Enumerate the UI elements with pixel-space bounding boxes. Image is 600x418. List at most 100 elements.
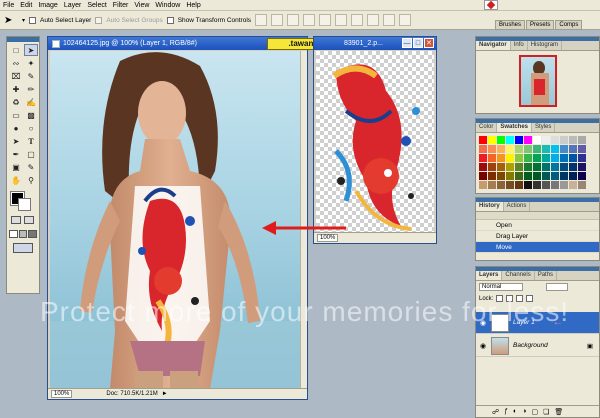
swatch[interactable] bbox=[560, 136, 568, 144]
link-layers-icon[interactable]: ☍ bbox=[492, 408, 499, 416]
menu-image[interactable]: Image bbox=[35, 2, 60, 9]
swatch[interactable] bbox=[560, 163, 568, 171]
palette-well-comps[interactable]: Comps bbox=[555, 20, 583, 30]
layer-row-layer-1[interactable]: ◉ Layer 1 ← bbox=[476, 312, 599, 334]
pen-tool-icon[interactable]: ✒ bbox=[9, 148, 23, 160]
lock-pixels-checkbox[interactable] bbox=[506, 295, 514, 302]
align-right-button[interactable] bbox=[335, 14, 348, 26]
history-item-drag-layer[interactable]: Drag Layer bbox=[476, 231, 599, 242]
swatch[interactable] bbox=[578, 181, 586, 189]
imageready-button[interactable] bbox=[13, 243, 33, 253]
swatch[interactable] bbox=[488, 145, 496, 153]
history-item-open[interactable]: Open bbox=[476, 220, 599, 231]
crop-tool-icon[interactable]: ⌧ bbox=[9, 70, 23, 82]
swatch[interactable] bbox=[524, 181, 532, 189]
history-item-move[interactable]: Move bbox=[476, 242, 599, 253]
tab-paths[interactable]: Paths bbox=[535, 271, 558, 280]
swatch[interactable] bbox=[551, 154, 559, 162]
swatch[interactable] bbox=[497, 181, 505, 189]
eraser-tool-icon[interactable]: ▭ bbox=[9, 109, 23, 121]
align-bottom-button[interactable] bbox=[287, 14, 300, 26]
swatch[interactable] bbox=[551, 172, 559, 180]
swatch[interactable] bbox=[569, 181, 577, 189]
move-tool-icon[interactable]: ➤ bbox=[24, 44, 38, 56]
palette-well-brushes[interactable]: Brushes bbox=[495, 20, 526, 30]
gradient-tool-icon[interactable]: ▩ bbox=[24, 109, 38, 121]
swatch[interactable] bbox=[479, 154, 487, 162]
lock-position-checkbox[interactable] bbox=[516, 295, 524, 302]
navigator-thumbnail[interactable] bbox=[518, 55, 557, 107]
swatch[interactable] bbox=[515, 154, 523, 162]
swatch[interactable] bbox=[506, 181, 514, 189]
swatch[interactable] bbox=[497, 136, 505, 144]
menu-layer[interactable]: Layer bbox=[61, 2, 85, 9]
swatch[interactable] bbox=[569, 163, 577, 171]
dodge-tool-icon[interactable]: ○ bbox=[24, 122, 38, 134]
swatch[interactable] bbox=[479, 145, 487, 153]
swatch[interactable] bbox=[578, 145, 586, 153]
swatch[interactable] bbox=[569, 145, 577, 153]
swatch[interactable] bbox=[524, 172, 532, 180]
layer-1-name[interactable]: Layer 1 bbox=[513, 319, 535, 326]
distribute-vcenter-button[interactable] bbox=[367, 14, 380, 26]
distribute-left-button[interactable] bbox=[399, 14, 412, 26]
swatch[interactable] bbox=[515, 163, 523, 171]
swatch[interactable] bbox=[506, 172, 514, 180]
swatch[interactable] bbox=[569, 154, 577, 162]
swatch[interactable] bbox=[506, 136, 514, 144]
swatch[interactable] bbox=[551, 163, 559, 171]
shape-tool-icon[interactable]: ▢ bbox=[24, 148, 38, 160]
swatch[interactable] bbox=[524, 154, 532, 162]
screen-mode-buttons[interactable] bbox=[7, 228, 39, 240]
palette-well-presets[interactable]: Presets bbox=[526, 20, 555, 30]
layer-style-icon[interactable]: ƒ bbox=[504, 408, 508, 415]
tab-navigator[interactable]: Navigator bbox=[476, 41, 511, 50]
tab-color[interactable]: Color bbox=[476, 123, 498, 132]
swatch[interactable] bbox=[488, 181, 496, 189]
swatch[interactable] bbox=[569, 136, 577, 144]
swatch[interactable] bbox=[506, 154, 514, 162]
swatch[interactable] bbox=[524, 145, 532, 153]
new-group-icon[interactable]: ▢ bbox=[531, 408, 538, 416]
swatch[interactable] bbox=[551, 145, 559, 153]
lasso-tool-icon[interactable]: ∾ bbox=[9, 57, 23, 69]
swatch[interactable] bbox=[533, 154, 541, 162]
tab-info[interactable]: Info bbox=[511, 41, 528, 50]
slice-tool-icon[interactable]: ✎ bbox=[24, 70, 38, 82]
swatch[interactable] bbox=[497, 172, 505, 180]
menu-file[interactable]: File bbox=[0, 2, 17, 9]
swatch[interactable] bbox=[497, 163, 505, 171]
move-tool-icon[interactable]: ➤ bbox=[4, 15, 18, 26]
swatch[interactable] bbox=[479, 163, 487, 171]
distribute-top-button[interactable] bbox=[351, 14, 364, 26]
adjustment-layer-icon[interactable]: ◑ bbox=[522, 408, 526, 415]
swatch[interactable] bbox=[542, 136, 550, 144]
distribute-bottom-button[interactable] bbox=[383, 14, 396, 26]
swatch[interactable] bbox=[488, 136, 496, 144]
close-button[interactable]: ✕ bbox=[424, 38, 434, 48]
swatch[interactable] bbox=[506, 145, 514, 153]
swatch[interactable] bbox=[497, 145, 505, 153]
quick-mask-toggle[interactable] bbox=[7, 212, 39, 228]
magic-wand-icon[interactable]: ✦ bbox=[24, 57, 38, 69]
swatch[interactable] bbox=[524, 163, 532, 171]
lock-all-checkbox[interactable] bbox=[526, 295, 534, 302]
main-zoom-level[interactable]: 100% bbox=[51, 390, 73, 398]
maximize-button[interactable]: □ bbox=[413, 38, 423, 48]
tab-swatches[interactable]: Swatches bbox=[497, 123, 533, 132]
history-brush-icon[interactable]: ✍ bbox=[24, 96, 38, 108]
type-tool-icon[interactable]: T bbox=[24, 135, 38, 147]
swatch[interactable] bbox=[569, 172, 577, 180]
align-top-button[interactable] bbox=[255, 14, 268, 26]
swatch[interactable] bbox=[578, 172, 586, 180]
brush-tool-icon[interactable]: ✏ bbox=[24, 83, 38, 95]
tab-histogram[interactable]: Histogram bbox=[528, 41, 563, 50]
menu-filter[interactable]: Filter bbox=[110, 2, 132, 9]
tab-history[interactable]: History bbox=[476, 202, 504, 211]
swatch[interactable] bbox=[533, 172, 541, 180]
swatch[interactable] bbox=[533, 181, 541, 189]
minimize-button[interactable]: — bbox=[402, 38, 412, 48]
swatch[interactable] bbox=[506, 163, 514, 171]
swatch[interactable] bbox=[578, 163, 586, 171]
eyedropper-icon[interactable]: ✎ bbox=[24, 161, 38, 173]
